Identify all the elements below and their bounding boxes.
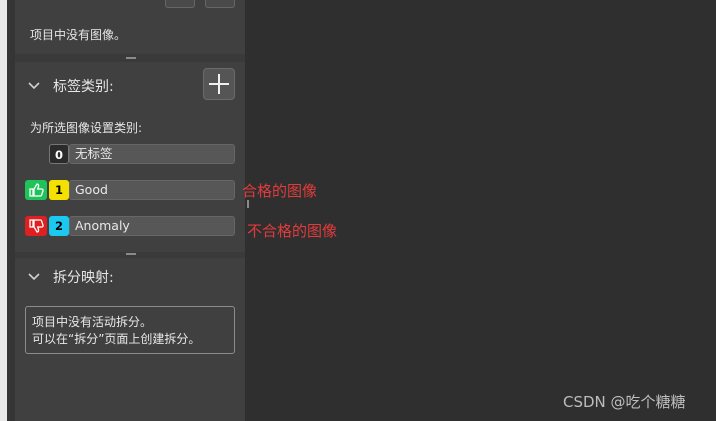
image-tool-button-1[interactable] xyxy=(165,0,195,8)
anomaly-annotation: 不合格的图像 xyxy=(247,222,338,240)
chevron-down-icon xyxy=(28,273,40,281)
label-number-badge: 0 xyxy=(49,144,69,164)
label-classes-title: 标签类别: xyxy=(53,79,114,95)
good-annotation: 合格的图像 xyxy=(242,182,318,200)
plus-icon xyxy=(209,74,229,94)
side-panel: 项目中没有图像。 标签类别: 为所选图像设置类别: 0 无标签 1 Good 2… xyxy=(7,0,245,421)
label-name: Anomaly xyxy=(69,216,235,236)
label-name: 无标签 xyxy=(69,144,235,164)
panel-edge xyxy=(7,0,15,421)
images-section: 项目中没有图像。 xyxy=(15,0,245,54)
label-classes-section: 标签类别: 为所选图像设置类别: 0 无标签 1 Good 2 Anomaly xyxy=(15,62,245,252)
add-label-button[interactable] xyxy=(203,68,235,100)
section-splitter[interactable] xyxy=(126,253,136,255)
set-class-hint: 为所选图像设置类别: xyxy=(30,121,143,135)
thumbs-down-icon xyxy=(25,216,47,236)
watermark: CSDN @吃个糖糖 xyxy=(563,393,686,411)
no-images-text: 项目中没有图像。 xyxy=(30,28,127,42)
window-left-edge xyxy=(0,0,7,421)
section-splitter[interactable] xyxy=(126,57,136,59)
no-splits-line-2: 可以在“拆分”页面上创建拆分。 xyxy=(32,332,201,346)
label-name: Good xyxy=(69,180,235,200)
chevron-down-icon xyxy=(28,82,40,90)
split-mapping-title: 拆分映射: xyxy=(53,270,114,286)
split-mapping-header[interactable]: 拆分映射: xyxy=(27,267,114,287)
image-tool-button-2[interactable] xyxy=(205,0,235,8)
no-splits-line-1: 项目中没有活动拆分。 xyxy=(32,315,153,329)
label-number-badge: 2 xyxy=(49,216,69,236)
split-mapping-section: 拆分映射: 项目中没有活动拆分。 可以在“拆分”页面上创建拆分。 xyxy=(15,258,245,421)
no-splits-message: 项目中没有活动拆分。 可以在“拆分”页面上创建拆分。 xyxy=(25,306,235,354)
label-classes-header[interactable]: 标签类别: xyxy=(27,76,114,96)
thumbs-up-icon xyxy=(25,180,47,200)
annotation-tick xyxy=(247,200,249,208)
label-number-badge: 1 xyxy=(49,180,69,200)
